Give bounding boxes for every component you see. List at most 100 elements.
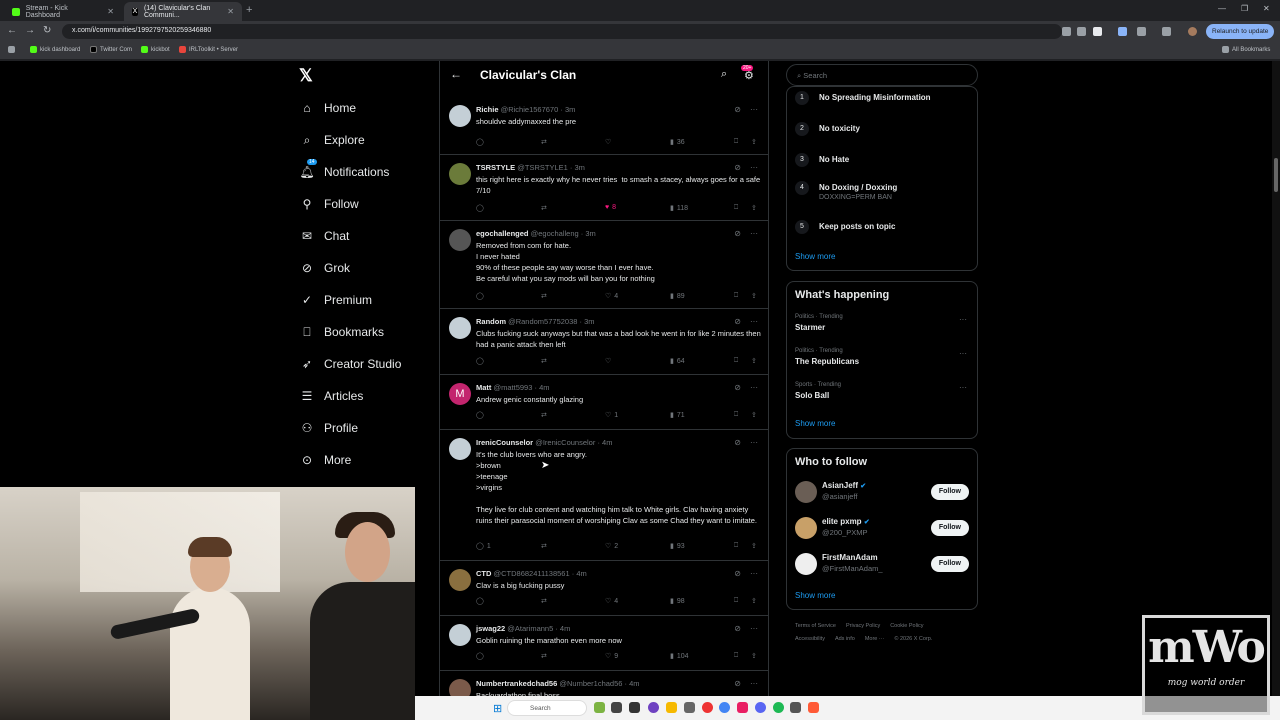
taskbar-app-icon[interactable] <box>648 702 659 713</box>
avatar[interactable] <box>449 163 471 185</box>
show-more-link[interactable]: Show more <box>795 252 835 261</box>
page-scrollbar[interactable] <box>1272 61 1280 696</box>
sidebar-item-profile[interactable]: ⚇ Profile <box>300 418 358 438</box>
tweet-author[interactable]: IrenicCounselor <box>476 438 533 447</box>
bookmark-kickbot[interactable]: kickbot <box>141 46 170 53</box>
chrome-icon[interactable] <box>719 702 730 713</box>
footer-link[interactable]: Ads info <box>835 636 855 642</box>
bookmark-icon[interactable]: ⎕ <box>734 138 738 146</box>
tweet-author[interactable]: TSRSTYLE <box>476 163 515 172</box>
avatar[interactable] <box>449 229 471 251</box>
views-icon[interactable]: ▮ 89 <box>670 292 685 301</box>
tab-clavicular-clan[interactable]: X (14) Clavicular's Clan Communi... ✕ <box>124 2 242 21</box>
avatar[interactable] <box>795 517 817 539</box>
close-icon[interactable]: ✕ <box>107 7 114 16</box>
tweet-handle[interactable]: @matt5993 <box>494 383 533 392</box>
reply-icon[interactable]: ◯ <box>476 411 484 419</box>
sidebar-item-home[interactable]: ⌂ Home <box>300 98 356 118</box>
show-more-link[interactable]: Show more <box>795 419 835 428</box>
show-more-link[interactable]: Show more <box>795 591 835 600</box>
rule-item[interactable]: 2 No toxicity <box>795 122 860 136</box>
spotify-icon[interactable] <box>773 702 784 713</box>
footer-link[interactable]: Privacy Policy <box>846 623 880 629</box>
sidebar-item-follow[interactable]: ⚲ Follow <box>300 194 359 214</box>
maximize-button[interactable]: ❐ <box>1241 4 1248 13</box>
footer-link[interactable]: Accessibility <box>795 636 825 642</box>
taskbar-app-icon[interactable] <box>737 702 748 713</box>
cast-icon[interactable] <box>1077 27 1086 36</box>
tweet-author[interactable]: egochallenged <box>476 229 529 238</box>
profile-avatar-icon[interactable] <box>1188 27 1197 36</box>
grok-icon[interactable]: ⊘ <box>734 229 741 238</box>
back-arrow-icon[interactable]: ← <box>7 25 17 36</box>
share-icon[interactable]: ⇪ <box>751 597 757 605</box>
tweet-handle[interactable]: @Number1chad56 <box>559 679 622 688</box>
share-icon[interactable]: ⇪ <box>751 652 757 660</box>
apps-icon[interactable] <box>8 46 15 53</box>
more-icon[interactable]: ··· <box>750 317 758 326</box>
bookmark-icon[interactable]: ⎕ <box>734 357 738 365</box>
trend-item[interactable]: Politics · Trending The Republicans <box>795 348 859 366</box>
tweet-author[interactable]: Richie <box>476 105 499 114</box>
retweet-icon[interactable]: ⇄ <box>541 542 547 550</box>
tweet-handle[interactable]: @Atarimann5 <box>507 624 553 633</box>
bookmark-icon[interactable]: ⎕ <box>734 411 738 419</box>
grok-icon[interactable]: ⊘ <box>734 105 741 114</box>
more-icon[interactable]: ··· <box>750 569 758 578</box>
tweet[interactable]: jswag22 @Atarimann5 · 4m ⊘ ··· Goblin rui… <box>440 616 768 671</box>
search-icon[interactable]: ⌕ <box>721 68 727 81</box>
tweet-author[interactable]: Matt <box>476 383 491 392</box>
rule-item[interactable]: 3 No Hate <box>795 153 849 167</box>
like-icon[interactable]: ♡ <box>605 138 611 146</box>
share-icon[interactable]: ⇪ <box>751 357 757 365</box>
follow-button[interactable]: Follow <box>930 484 969 500</box>
tweet[interactable]: CTD @CTD8682411138561 · 4m ⊘ ··· Clav is … <box>440 561 768 616</box>
follow-button[interactable]: Follow <box>930 520 969 536</box>
taskbar-app-icon[interactable] <box>808 702 819 713</box>
retweet-icon[interactable]: ⇄ <box>541 411 547 419</box>
more-icon[interactable]: ··· <box>959 349 967 358</box>
tweet[interactable]: M Matt @matt5993 · 4m ⊘ ··· Andrew genic … <box>440 375 768 430</box>
zoom-icon[interactable] <box>1062 27 1071 36</box>
bookmark-icon[interactable]: ⎕ <box>734 542 738 550</box>
like-icon[interactable]: ♡ 1 <box>605 411 618 420</box>
tweet[interactable]: egochallenged @egochalleng · 3m ⊘ ··· Rem… <box>440 221 768 309</box>
footer-link[interactable]: More ··· <box>865 636 885 642</box>
views-icon[interactable]: ▮ 71 <box>670 411 685 420</box>
avatar[interactable] <box>449 438 471 460</box>
x-logo-icon[interactable]: 𝕏 <box>299 66 313 86</box>
tweet-handle[interactable]: @Random57752038 <box>508 317 577 326</box>
sidebar-item-explore[interactable]: ⌕ Explore <box>300 130 365 150</box>
sidebar-item-grok[interactable]: ⊘ Grok <box>300 258 350 278</box>
more-icon[interactable]: ··· <box>750 679 758 688</box>
tab-kick-dashboard[interactable]: Stream - Kick Dashboard ✕ <box>4 2 122 21</box>
more-icon[interactable]: ··· <box>750 105 758 114</box>
avatar[interactable] <box>449 317 471 339</box>
follow-suggestion[interactable]: AsianJeff ✔ @asianjeff Follow <box>795 479 971 505</box>
taskbar-app-icon[interactable] <box>629 702 640 713</box>
follow-button[interactable]: Follow <box>930 556 969 572</box>
close-icon[interactable]: ✕ <box>227 7 234 16</box>
bookmark-irltoolkit[interactable]: IRLToolkit • Server <box>179 46 238 53</box>
rule-item[interactable]: 4 No Doxing / Doxxing DOXXING=PERM BAN <box>795 181 897 201</box>
sidebar-item-premium[interactable]: ✓ Premium <box>300 290 372 310</box>
reply-icon[interactable]: ◯ <box>476 138 484 146</box>
windows-start-icon[interactable]: ⊞ <box>493 702 502 715</box>
avatar[interactable] <box>795 481 817 503</box>
tweet-handle[interactable]: @TSRSTYLE1 <box>517 163 568 172</box>
footer-link[interactable]: Terms of Service <box>795 623 836 629</box>
bookmark-twitter-com[interactable]: Twitter Com <box>90 46 132 53</box>
tweet-handle[interactable]: @IrenicCounselor <box>535 438 595 447</box>
puzzle-icon[interactable] <box>1137 27 1146 36</box>
tweet[interactable]: Richie @Richie1567670 · 3m ⊘ ··· shouldve… <box>440 97 768 155</box>
tweet-author[interactable]: CTD <box>476 569 491 578</box>
views-icon[interactable]: ▮ 93 <box>670 542 685 551</box>
retweet-icon[interactable]: ⇄ <box>541 357 547 365</box>
taskbar-app-icon[interactable] <box>594 702 605 713</box>
tweet[interactable]: IrenicCounselor @IrenicCounselor · 4m ⊘ ·… <box>440 430 768 561</box>
more-icon[interactable]: ··· <box>959 383 967 392</box>
tweet-author[interactable]: Random <box>476 317 506 326</box>
reply-icon[interactable]: ◯ <box>476 204 484 212</box>
avatar[interactable] <box>795 553 817 575</box>
views-icon[interactable]: ▮ 36 <box>670 138 685 147</box>
